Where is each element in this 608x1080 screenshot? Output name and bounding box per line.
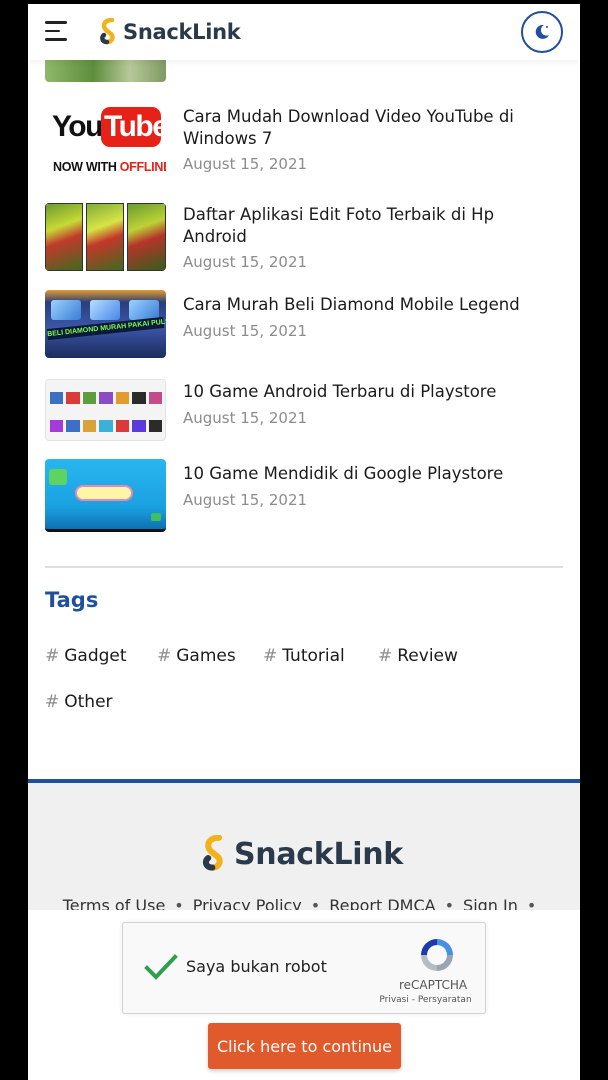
post-item[interactable]: Daftar Aplikasi Edit Foto Terbaik di Hp … <box>45 203 565 271</box>
youtube-thumb-offline: NOW WITH OFFLINE <box>53 160 166 174</box>
moon-icon <box>535 24 549 39</box>
recaptcha-links[interactable]: Privasi - Persyaratan <box>368 995 483 1005</box>
tag-tutorial[interactable]: # Tutorial <box>263 646 345 666</box>
tag-label: Tutorial <box>282 646 345 666</box>
captcha-label: Saya bukan robot <box>186 957 327 976</box>
post-title[interactable]: 10 Game Android Terbaru di Playstore <box>183 381 563 403</box>
post-date: August 15, 2021 <box>183 322 308 340</box>
recaptcha-widget: Saya bukan robot reCAPTCHA Privasi - Per… <box>122 922 486 1014</box>
post-date: August 15, 2021 <box>183 155 308 173</box>
post-thumbnail[interactable] <box>45 379 166 441</box>
tag-games[interactable]: # Games <box>157 646 236 666</box>
section-divider <box>45 566 563 568</box>
tag-label: Other <box>64 692 113 712</box>
tag-review[interactable]: # Review <box>378 646 458 666</box>
post-title[interactable]: Daftar Aplikasi Edit Foto Terbaik di Hp … <box>183 204 563 248</box>
recaptcha-logo-icon <box>421 939 453 971</box>
post-thumbnail[interactable]: You Tube NOW WITH OFFLINE <box>45 102 166 182</box>
hash-icon: # <box>45 692 60 712</box>
tag-label: Review <box>397 646 458 666</box>
hash-icon: # <box>45 646 60 666</box>
post-date: August 15, 2021 <box>183 253 308 271</box>
youtube-thumb-you: You <box>52 110 103 143</box>
post-item[interactable]: 10 Game Android Terbaru di Playstore Aug… <box>45 377 565 441</box>
hash-icon: # <box>263 646 278 666</box>
post-item[interactable]: You Tube NOW WITH OFFLINE Cara Mudah Dow… <box>45 102 565 182</box>
brand-name: SnackLink <box>123 20 241 44</box>
top-header: SnackLink <box>28 4 580 60</box>
tags-heading: Tags <box>45 588 99 612</box>
hash-icon: # <box>157 646 172 666</box>
post-thumbnail[interactable]: BELI DIAMOND MURAH PAKAI PULSA <box>45 290 166 358</box>
post-item[interactable]: 10 Game Mendidik di Google Playstore Aug… <box>45 459 565 533</box>
checkmark-icon[interactable] <box>143 949 179 985</box>
thumb-text-offline: OFFLINE <box>119 160 166 174</box>
hamburger-menu-icon[interactable] <box>45 21 67 41</box>
hash-icon: # <box>378 646 393 666</box>
post-item[interactable]: BELI DIAMOND MURAH PAKAI PULSA Cara Mura… <box>45 290 565 358</box>
tag-label: Games <box>176 646 236 666</box>
footer-logo[interactable]: SnackLink <box>200 835 403 873</box>
post-title[interactable]: Cara Mudah Download Video YouTube di Win… <box>183 106 563 150</box>
post-thumbnail[interactable] <box>45 203 166 271</box>
thumb-banner-text: BELI DIAMOND MURAH PAKAI PULSA <box>46 316 166 341</box>
snacklink-logo-icon <box>202 835 223 871</box>
tag-gadget[interactable]: # Gadget <box>45 646 127 666</box>
captcha-overlay: Saya bukan robot reCAPTCHA Privasi - Per… <box>28 910 580 1080</box>
post-date: August 15, 2021 <box>183 491 308 509</box>
footer-brand-name: SnackLink <box>234 836 403 872</box>
continue-button[interactable]: Click here to continue <box>208 1023 401 1069</box>
youtube-thumb-tube: Tube <box>104 110 166 143</box>
tag-other[interactable]: # Other <box>45 692 113 712</box>
page: SnackLink You Tube NOW WITH OFFLINE Cara… <box>28 4 580 1080</box>
recaptcha-brand: reCAPTCHA <box>398 978 468 992</box>
post-title[interactable]: Cara Murah Beli Diamond Mobile Legend <box>183 294 563 316</box>
thumb-text-now-with: NOW WITH <box>53 160 120 174</box>
post-title[interactable]: 10 Game Mendidik di Google Playstore <box>183 463 563 485</box>
theme-toggle-button[interactable] <box>521 11 563 53</box>
post-thumbnail[interactable] <box>45 459 166 532</box>
post-date: August 15, 2021 <box>183 409 308 427</box>
snacklink-logo-icon <box>100 18 115 45</box>
site-logo[interactable]: SnackLink <box>98 17 241 47</box>
tag-label: Gadget <box>64 646 127 666</box>
